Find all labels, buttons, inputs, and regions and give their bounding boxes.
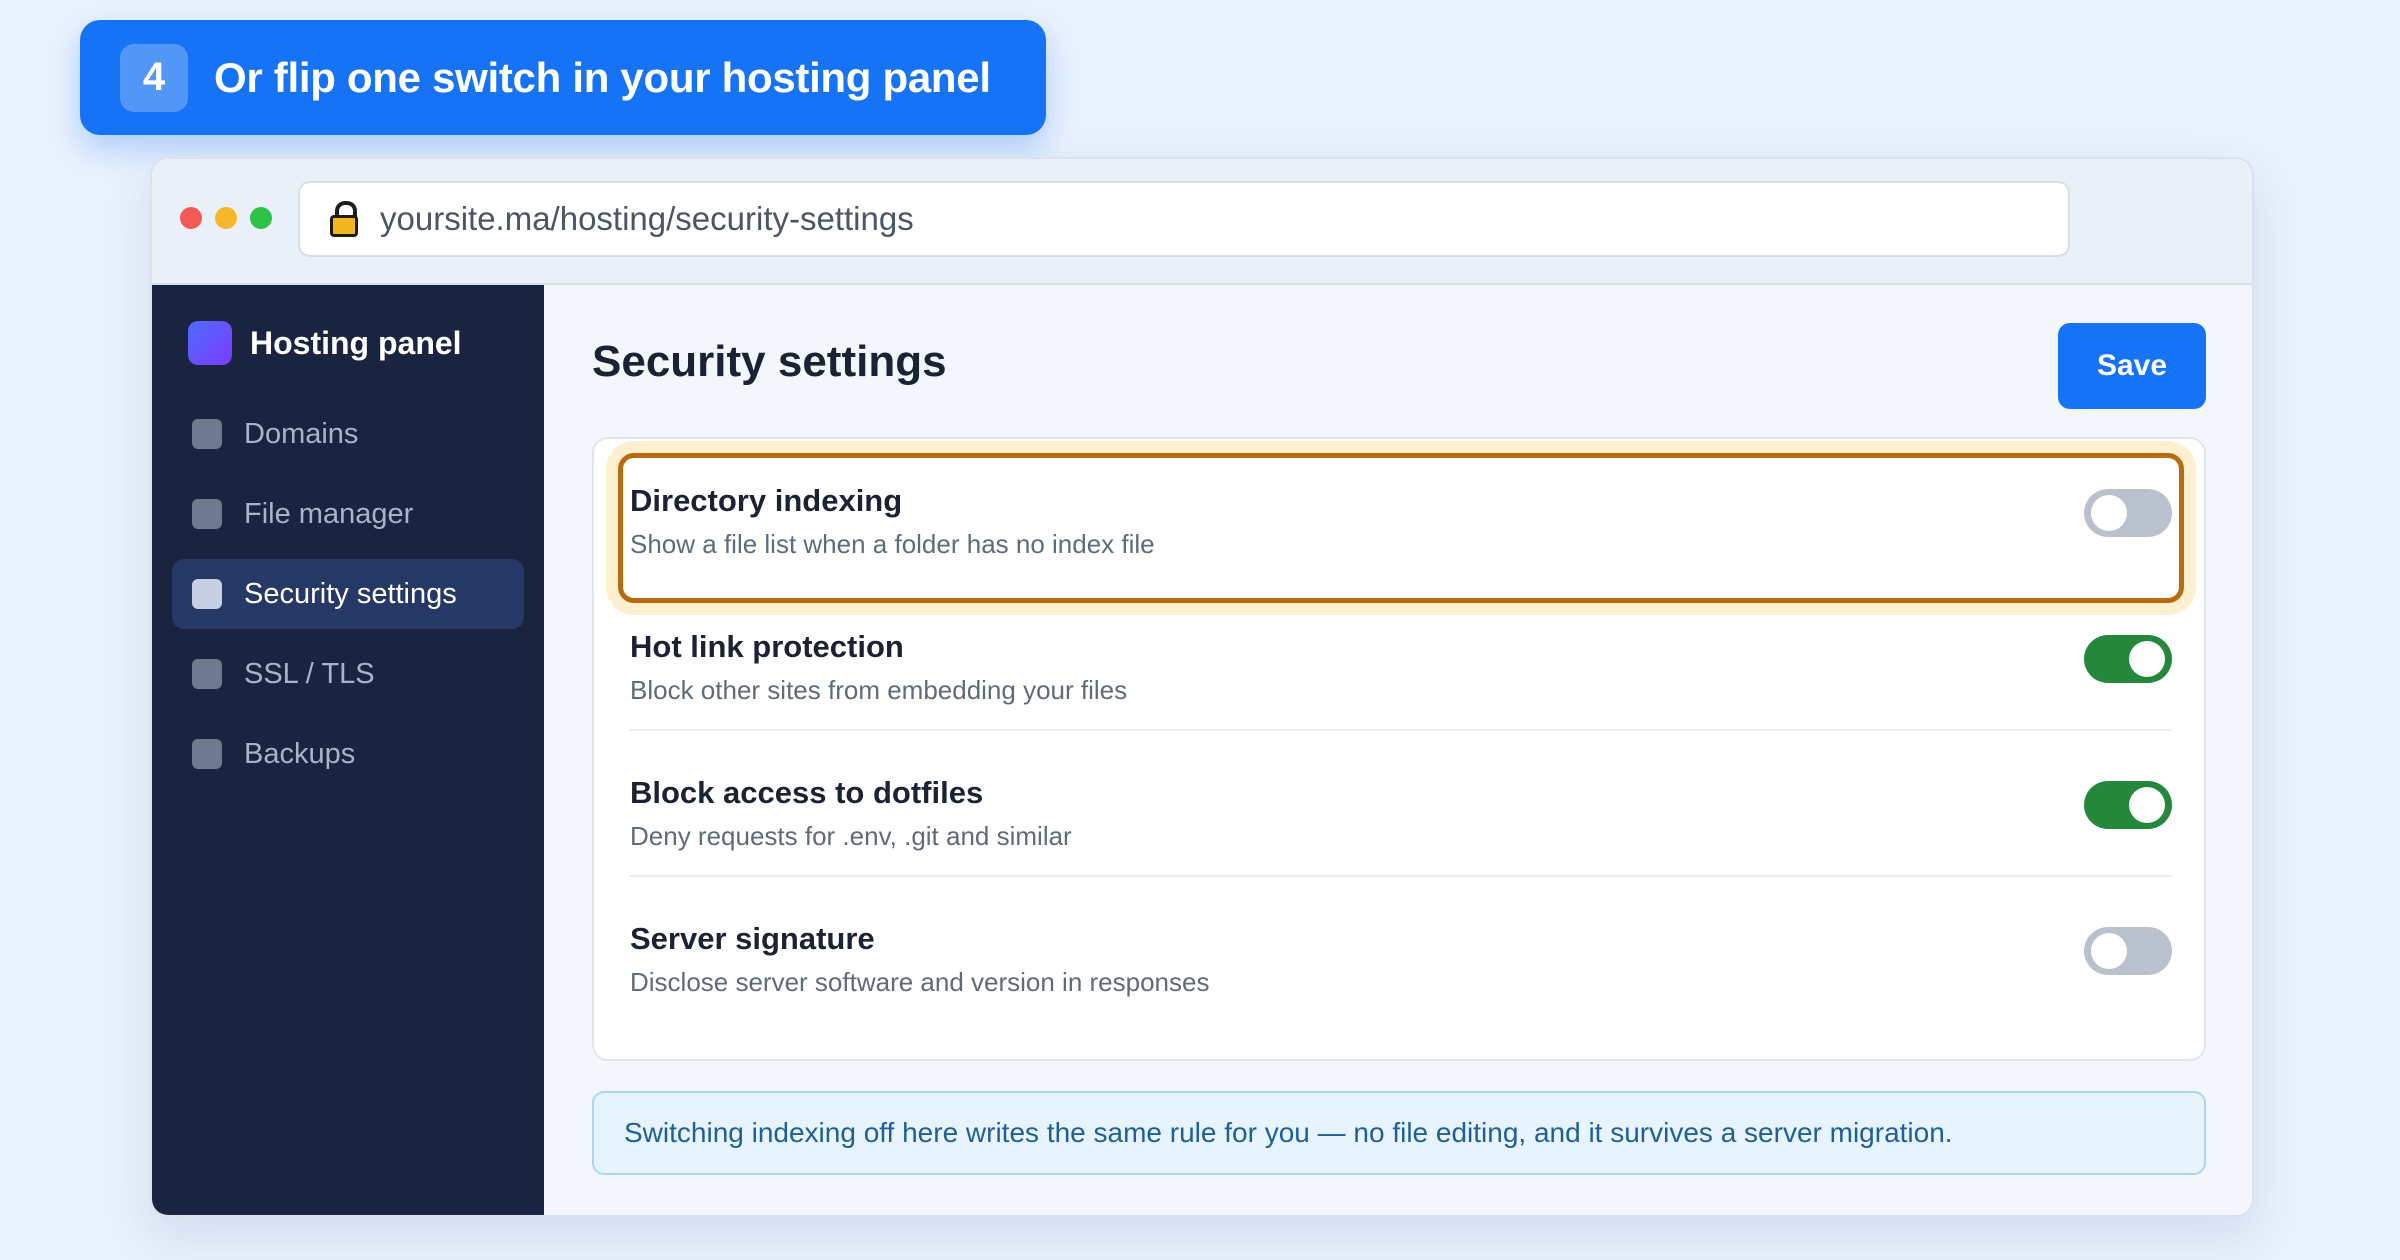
- brand: Hosting panel: [188, 321, 462, 365]
- setting-row-block-dotfiles: Block access to dotfiles Deny requests f…: [630, 731, 2172, 877]
- step-banner: 4 Or flip one switch in your hosting pan…: [80, 20, 1046, 135]
- brand-logo-icon: [188, 321, 232, 365]
- window-maximize-dot[interactable]: [250, 207, 272, 229]
- domains-icon: [192, 419, 222, 449]
- browser-window: yoursite.ma/hosting/security-settings Ho…: [150, 157, 2254, 1217]
- sidebar-item-label: Domains: [244, 417, 359, 450]
- sidebar-item-file-manager[interactable]: File manager: [172, 479, 524, 549]
- page-title: Security settings: [592, 337, 947, 386]
- hot-link-protection-toggle[interactable]: [2084, 635, 2172, 683]
- toggle-knob: [2091, 495, 2127, 531]
- sidebar-item-domains[interactable]: Domains: [172, 399, 524, 469]
- brand-name: Hosting panel: [250, 324, 462, 361]
- save-button[interactable]: Save: [2058, 323, 2206, 409]
- sidebar-item-security-settings[interactable]: Security settings: [172, 559, 524, 629]
- setting-title: Block access to dotfiles: [630, 775, 984, 810]
- setting-title: Server signature: [630, 921, 875, 956]
- step-number: 4: [120, 43, 188, 112]
- backups-icon: [192, 739, 222, 769]
- setting-row-server-signature: Server signature Disclose server softwar…: [630, 877, 2172, 1023]
- setting-title: Directory indexing: [630, 483, 903, 518]
- sidebar-item-label: SSL / TLS: [244, 657, 375, 690]
- sidebar-item-label: File manager: [244, 497, 414, 530]
- window-close-dot[interactable]: [180, 207, 202, 229]
- toggle-knob: [2091, 933, 2127, 969]
- sidebar-item-label: Security settings: [244, 577, 457, 610]
- setting-description: Block other sites from embedding your fi…: [630, 675, 1128, 705]
- settings-card: Directory indexing Show a file list when…: [592, 437, 2206, 1061]
- file-manager-icon: [192, 499, 222, 529]
- server-signature-toggle[interactable]: [2084, 927, 2172, 975]
- security-settings-icon: [192, 579, 222, 609]
- setting-description: Deny requests for .env, .git and similar: [630, 821, 1072, 851]
- setting-description: Disclose server software and version in …: [630, 967, 1210, 997]
- main-content: Security settings Save Directory indexin…: [544, 285, 2252, 1215]
- setting-row-hot-link-protection: Hot link protection Block other sites fr…: [630, 585, 2172, 731]
- step-title: Or flip one switch in your hosting panel: [214, 53, 991, 101]
- setting-title: Hot link protection: [630, 629, 904, 664]
- directory-indexing-toggle[interactable]: [2084, 489, 2172, 537]
- sidebar-item-backups[interactable]: Backups: [172, 719, 524, 789]
- sidebar-item-ssl-tls[interactable]: SSL / TLS: [172, 639, 524, 709]
- setting-description: Show a file list when a folder has no in…: [630, 529, 1155, 559]
- sidebar: Hosting panel Domains File manager Secur…: [152, 285, 544, 1215]
- lock-icon: [330, 201, 358, 237]
- address-bar[interactable]: yoursite.ma/hosting/security-settings: [298, 181, 2070, 257]
- info-banner: Switching indexing off here writes the s…: [592, 1091, 2206, 1175]
- toggle-knob: [2129, 641, 2165, 677]
- url-text: yoursite.ma/hosting/security-settings: [380, 200, 914, 237]
- block-dotfiles-toggle[interactable]: [2084, 781, 2172, 829]
- toggle-knob: [2129, 787, 2165, 823]
- ssl-tls-icon: [192, 659, 222, 689]
- window-minimize-dot[interactable]: [215, 207, 237, 229]
- browser-toolbar: yoursite.ma/hosting/security-settings: [152, 159, 2252, 285]
- sidebar-item-label: Backups: [244, 737, 356, 770]
- setting-row-directory-indexing: Directory indexing Show a file list when…: [630, 439, 2172, 585]
